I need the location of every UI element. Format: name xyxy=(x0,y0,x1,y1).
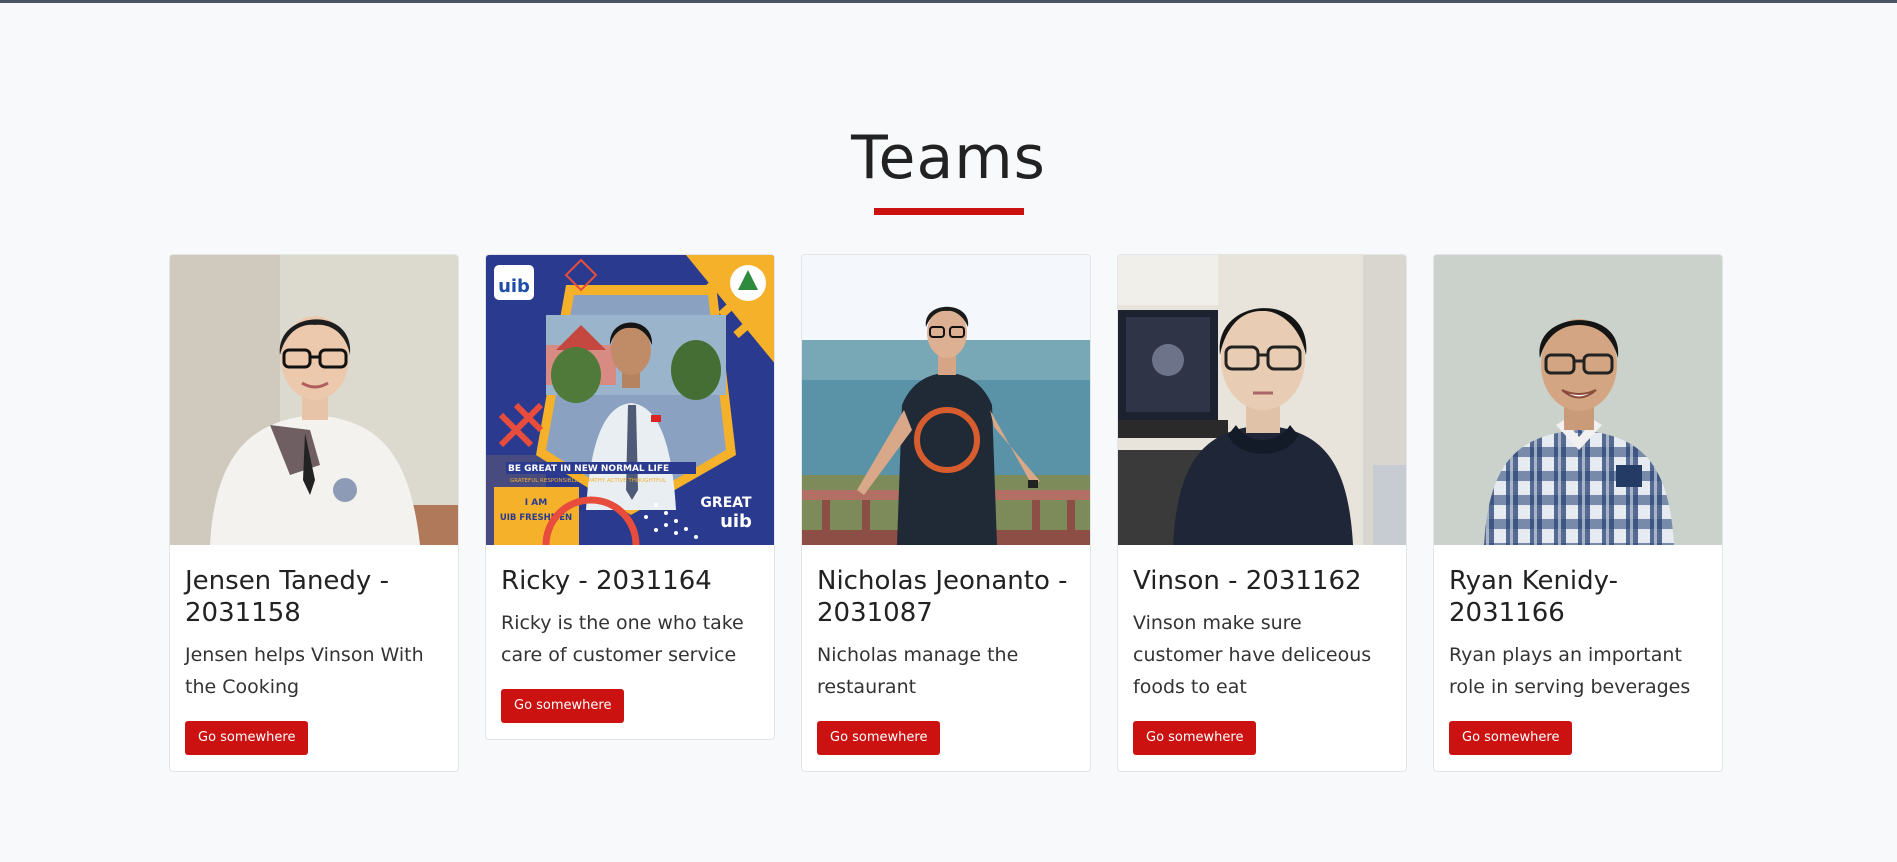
photo-vinson xyxy=(1118,255,1406,545)
svg-text:GREAT: GREAT xyxy=(700,495,752,511)
card-text: Ryan plays an important role in serving … xyxy=(1449,644,1691,698)
card-text: Nicholas manage the restaurant xyxy=(817,644,1019,698)
photo-ricky: uib BE GREAT IN NEW NORMAL LIFE GRATEFUL… xyxy=(486,255,774,545)
go-somewhere-button[interactable]: Go somewhere xyxy=(817,721,941,755)
team-card-ricky: uib BE GREAT IN NEW NORMAL LIFE GRATEFUL… xyxy=(485,254,775,740)
card-text: Jensen helps Vinson With the Cooking xyxy=(185,644,424,698)
page-title: Teams xyxy=(851,123,1046,193)
photo-jensen xyxy=(170,255,458,545)
team-card-nicholas: Nicholas Jeonanto - 2031087 Nicholas man… xyxy=(801,254,1091,772)
card-title: Vinson - 2031162 xyxy=(1133,566,1362,596)
svg-text:BE GREAT IN NEW NORMAL LIFE: BE GREAT IN NEW NORMAL LIFE xyxy=(508,464,669,474)
photo-nicholas xyxy=(802,255,1090,545)
top-border xyxy=(0,0,1897,3)
card-text: Ricky is the one who take care of custom… xyxy=(501,612,744,666)
card-title: Jensen Tanedy - 2031158 xyxy=(185,566,389,628)
svg-text:GRATEFUL RESPONSIBLE EMPATHY A: GRATEFUL RESPONSIBLE EMPATHY ACTIVE THOU… xyxy=(510,478,667,484)
svg-text:I AM: I AM xyxy=(525,498,547,508)
go-somewhere-button[interactable]: Go somewhere xyxy=(501,689,625,723)
team-card-vinson: Vinson - 2031162 Vinson make sure custom… xyxy=(1117,254,1407,772)
team-card-ryan: Ryan Kenidy- 2031166 Ryan plays an impor… xyxy=(1433,254,1723,772)
team-card-jensen: Jensen Tanedy - 2031158 Jensen helps Vin… xyxy=(169,254,459,772)
card-text: Vinson make sure customer have deliceous… xyxy=(1133,612,1372,698)
go-somewhere-button[interactable]: Go somewhere xyxy=(1449,721,1573,755)
card-title: Ryan Kenidy- 2031166 xyxy=(1449,566,1618,628)
svg-text:uib: uib xyxy=(498,276,530,297)
title-underline xyxy=(873,208,1024,215)
card-title: Ricky - 2031164 xyxy=(501,566,712,596)
svg-text:uib: uib xyxy=(720,511,752,532)
photo-ryan xyxy=(1434,255,1722,545)
card-title: Nicholas Jeonanto - 2031087 xyxy=(817,566,1068,628)
section-header: Teams xyxy=(0,128,1897,215)
go-somewhere-button[interactable]: Go somewhere xyxy=(1133,721,1257,755)
go-somewhere-button[interactable]: Go somewhere xyxy=(185,721,309,755)
